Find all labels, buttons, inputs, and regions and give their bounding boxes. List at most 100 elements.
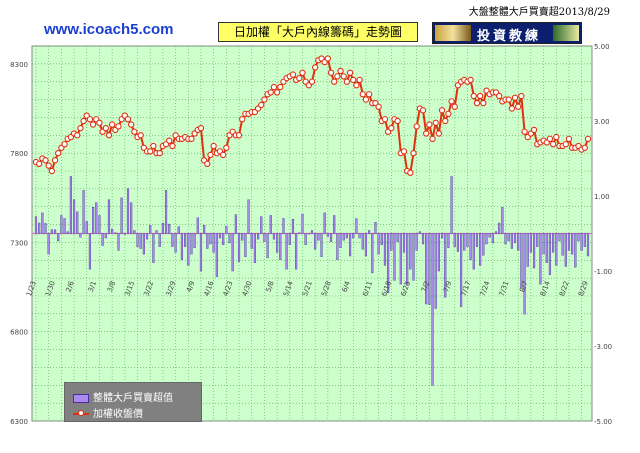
logo-chart-icon	[553, 25, 579, 41]
bar	[95, 202, 98, 234]
bar	[399, 233, 402, 285]
bar	[79, 233, 82, 238]
bar	[237, 233, 241, 262]
bar	[120, 197, 123, 234]
line-point	[105, 132, 113, 139]
line-point	[451, 103, 458, 110]
logo[interactable]: 投資教練	[432, 22, 582, 44]
bar	[317, 233, 320, 241]
bar	[402, 233, 406, 253]
line-point	[169, 142, 176, 150]
bar	[307, 233, 310, 235]
bar	[440, 233, 444, 239]
bar	[323, 212, 326, 234]
legend-line-label: 加權收盤價	[93, 409, 143, 420]
line-point	[549, 141, 557, 148]
bar	[583, 233, 586, 247]
line-point	[48, 167, 56, 175]
line-point	[223, 144, 230, 151]
bar	[212, 233, 215, 253]
line-point	[220, 151, 227, 159]
right-axis: 5.00 3.00 1.00 -1.00 -3.00 -5.00	[594, 43, 612, 426]
line-point	[289, 71, 297, 78]
bar	[190, 233, 193, 255]
bar	[545, 233, 548, 263]
bar	[69, 176, 72, 234]
bar	[107, 199, 111, 234]
bar	[187, 233, 190, 266]
bar	[409, 233, 412, 270]
bar	[437, 233, 440, 272]
bar	[298, 232, 301, 234]
bar	[136, 233, 139, 247]
line-point	[45, 162, 52, 169]
bar	[199, 233, 203, 272]
bar	[453, 233, 456, 247]
bar	[253, 233, 256, 263]
chart-title: 日加權「大戶內線籌碼」走勢圖	[218, 22, 418, 42]
bar	[304, 233, 307, 245]
line-point	[508, 105, 516, 112]
bar	[329, 233, 333, 242]
line-point	[530, 126, 538, 134]
bar	[88, 233, 92, 270]
bar	[104, 233, 107, 239]
bar	[266, 233, 269, 259]
bar	[371, 233, 374, 274]
bar	[577, 233, 580, 242]
line-swatch-icon	[73, 410, 89, 416]
line-point	[188, 135, 195, 143]
bar	[510, 233, 513, 249]
line-point	[51, 157, 59, 164]
bar	[184, 233, 187, 247]
line-point	[102, 124, 109, 132]
site-url[interactable]: www.icoach5.com	[44, 21, 174, 38]
line-point	[273, 89, 281, 96]
bar	[494, 231, 498, 234]
bar	[53, 229, 57, 234]
line-point	[337, 67, 344, 75]
left-tick-label: 7300	[10, 239, 28, 247]
bar	[456, 233, 460, 252]
line-point	[496, 92, 503, 100]
line-point	[128, 121, 135, 128]
bar	[301, 213, 304, 234]
bar	[234, 214, 237, 234]
right-tick-label: -1.00	[594, 268, 612, 276]
bar	[368, 230, 371, 234]
bar	[390, 233, 393, 251]
bar	[348, 233, 352, 257]
bar	[279, 233, 282, 260]
bar	[529, 233, 532, 253]
line-point	[356, 76, 363, 84]
bar	[558, 233, 561, 242]
bar	[139, 233, 142, 249]
bar	[539, 233, 542, 285]
bar	[260, 216, 263, 234]
bar	[517, 233, 520, 251]
line-point	[131, 128, 138, 135]
line-point	[137, 132, 144, 139]
bar	[133, 230, 136, 234]
line-point	[473, 99, 481, 107]
bar	[564, 233, 567, 267]
line-point	[426, 121, 433, 128]
bar	[561, 233, 564, 256]
bar	[314, 233, 317, 250]
bar	[396, 233, 399, 242]
bar	[421, 233, 425, 245]
bar	[76, 211, 79, 234]
bar	[180, 233, 184, 260]
line-point	[353, 82, 360, 89]
line-point	[435, 130, 443, 137]
line-point	[350, 76, 357, 84]
line-point	[375, 103, 382, 110]
left-tick-label: 7800	[10, 150, 28, 158]
line-point	[267, 89, 274, 96]
bar	[149, 225, 152, 234]
line-point	[343, 78, 351, 85]
left-tick-label: 8300	[10, 61, 28, 69]
bar	[244, 233, 247, 257]
bar	[263, 233, 266, 242]
bar	[158, 233, 161, 247]
